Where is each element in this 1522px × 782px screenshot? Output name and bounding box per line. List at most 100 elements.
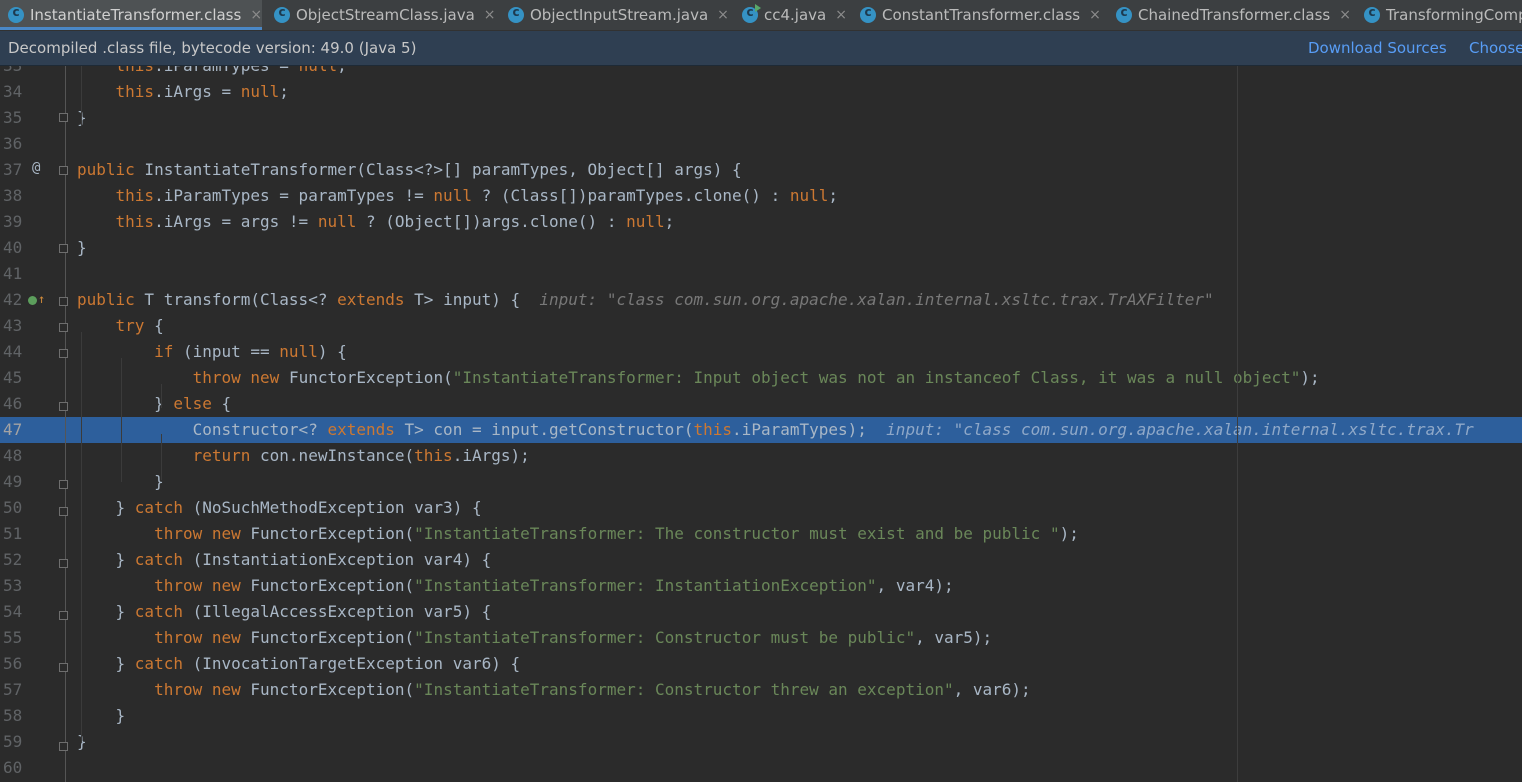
line-number: 59	[3, 732, 23, 751]
close-icon[interactable]: ×	[250, 7, 262, 23]
tab-object-stream-class[interactable]: ObjectStreamClass.java ×	[262, 0, 496, 30]
fold-marker-icon[interactable]	[59, 402, 68, 411]
code-line[interactable]: 41	[0, 261, 1522, 287]
code-line[interactable]: 44 if (input == null) {	[0, 339, 1522, 365]
tab-constant-transformer[interactable]: ConstantTransformer.class ×	[848, 0, 1104, 30]
line-number: 36	[3, 134, 23, 153]
code-line[interactable]: 60	[0, 755, 1522, 781]
code-line[interactable]: 34 this.iArgs = null;	[0, 79, 1522, 105]
download-sources-link[interactable]: Download Sources	[1308, 39, 1447, 57]
code-line[interactable]: 50 } catch (NoSuchMethodException var3) …	[0, 495, 1522, 521]
code-line[interactable]: 46 } else {	[0, 391, 1522, 417]
indent-guide	[81, 332, 82, 742]
decompiled-info-banner: Decompiled .class file, bytecode version…	[0, 31, 1522, 66]
fold-marker-icon[interactable]	[59, 559, 68, 568]
line-number: 41	[3, 264, 23, 283]
code-line[interactable]: 58 }	[0, 703, 1522, 729]
choose-sources-link[interactable]: Choose	[1469, 39, 1522, 57]
fold-marker-icon[interactable]	[59, 113, 68, 122]
line-number: 47	[3, 420, 23, 439]
code-line[interactable]: 56 } catch (InvocationTargetException va…	[0, 651, 1522, 677]
code-line[interactable]: 38 this.iParamTypes = paramTypes != null…	[0, 183, 1522, 209]
tab-transforming-comparator[interactable]: TransformingComp	[1352, 0, 1522, 30]
indent-guide	[161, 434, 162, 480]
code-text: }	[77, 238, 87, 257]
fold-marker-icon[interactable]	[59, 297, 68, 306]
line-number: 48	[3, 446, 23, 465]
tab-cc4[interactable]: cc4.java ×	[730, 0, 848, 30]
code-line[interactable]: 49 }	[0, 469, 1522, 495]
indent-guide	[121, 358, 122, 482]
line-number: 55	[3, 628, 23, 647]
line-number: 50	[3, 498, 23, 517]
tab-label: ObjectStreamClass.java	[296, 6, 475, 24]
fold-marker-icon[interactable]	[59, 480, 68, 489]
code-text: } else {	[77, 394, 232, 413]
tab-object-input-stream[interactable]: ObjectInputStream.java ×	[496, 0, 730, 30]
tab-label: ChainedTransformer.class	[1138, 6, 1331, 24]
fold-marker-icon[interactable]	[59, 323, 68, 332]
class-icon	[508, 5, 524, 23]
code-text: this.iArgs = null;	[115, 82, 289, 101]
close-icon[interactable]: ×	[717, 7, 729, 23]
override-method-icon[interactable]	[28, 296, 37, 305]
fold-marker-icon[interactable]	[59, 507, 68, 516]
code-line[interactable]: 36	[0, 131, 1522, 157]
code-line[interactable]: 45 throw new FunctorException("Instantia…	[0, 365, 1522, 391]
code-text: } catch (NoSuchMethodException var3) {	[77, 498, 482, 517]
code-line[interactable]: 42 public T transform(Class<? extends T> …	[0, 287, 1522, 313]
fold-marker-icon[interactable]	[59, 742, 68, 751]
code-text: throw new FunctorException("InstantiateT…	[192, 368, 1320, 387]
tab-chained-transformer[interactable]: ChainedTransformer.class ×	[1104, 0, 1352, 30]
code-line[interactable]: 55 throw new FunctorException("Instantia…	[0, 625, 1522, 651]
class-icon	[274, 5, 290, 23]
code-line[interactable]: 33 this.iParamTypes = null;	[0, 66, 1522, 79]
line-number: 46	[3, 394, 23, 413]
code-line[interactable]: 54 } catch (IllegalAccessException var5)…	[0, 599, 1522, 625]
code-line[interactable]: 51 throw new FunctorException("Instantia…	[0, 521, 1522, 547]
tab-label: InstantiateTransformer.class	[30, 6, 242, 24]
class-icon	[1364, 5, 1380, 23]
code-line[interactable]: 53 throw new FunctorException("Instantia…	[0, 573, 1522, 599]
code-text: Constructor<? extends T> con = input.get…	[77, 420, 1474, 439]
implementation-marker-icon[interactable]: @	[32, 160, 40, 176]
code-text: this.iArgs = args != null ? (Object[])ar…	[115, 212, 675, 231]
code-text: } catch (InstantiationException var4) {	[77, 550, 492, 569]
tab-label: ConstantTransformer.class	[882, 6, 1081, 24]
line-number: 60	[3, 758, 23, 777]
code-line[interactable]: 35}	[0, 105, 1522, 131]
code-line[interactable]: 59}	[0, 729, 1522, 755]
code-line[interactable]: 48 return con.newInstance(this.iArgs);	[0, 443, 1522, 469]
close-icon[interactable]: ×	[1339, 7, 1351, 23]
fold-marker-icon[interactable]	[59, 349, 68, 358]
fold-marker-icon[interactable]	[59, 663, 68, 672]
code-text: public T transform(Class<? extends T> in…	[77, 290, 1214, 309]
code-text: throw new FunctorException("InstantiateT…	[154, 628, 993, 647]
code-line[interactable]: 40}	[0, 235, 1522, 261]
code-line[interactable]: 43 try {	[0, 313, 1522, 339]
runnable-class-icon	[742, 4, 761, 23]
fold-marker-icon[interactable]	[59, 611, 68, 620]
code-line[interactable]: 57 throw new FunctorException("Instantia…	[0, 677, 1522, 703]
tab-instantiate-transformer[interactable]: InstantiateTransformer.class ×	[0, 0, 262, 30]
code-line[interactable]: 37 public InstantiateTransformer(Class<?>…	[0, 157, 1522, 183]
code-text: this.iParamTypes = paramTypes != null ? …	[115, 186, 839, 205]
right-margin-guide	[1237, 66, 1238, 782]
close-icon[interactable]: ×	[835, 7, 847, 23]
line-number: 44	[3, 342, 23, 361]
tab-label: ObjectInputStream.java	[530, 6, 709, 24]
banner-message: Decompiled .class file, bytecode version…	[8, 39, 417, 57]
line-number: 37	[3, 160, 23, 179]
fold-marker-icon[interactable]	[59, 166, 68, 175]
code-text: } catch (IllegalAccessException var5) {	[77, 602, 492, 621]
code-line[interactable]: 52 } catch (InstantiationException var4)…	[0, 547, 1522, 573]
close-icon[interactable]: ×	[484, 7, 496, 23]
current-code-line[interactable]: 47 Constructor<? extends T> con = input.…	[0, 417, 1522, 443]
line-number: 43	[3, 316, 23, 335]
code-line[interactable]: 39 this.iArgs = args != null ? (Object[]…	[0, 209, 1522, 235]
code-editor[interactable]: 33 this.iParamTypes = null;34 this.iArgs…	[0, 66, 1522, 782]
close-icon[interactable]: ×	[1089, 7, 1101, 23]
line-number: 42	[3, 290, 23, 309]
line-number: 54	[3, 602, 23, 621]
fold-marker-icon[interactable]	[59, 244, 68, 253]
